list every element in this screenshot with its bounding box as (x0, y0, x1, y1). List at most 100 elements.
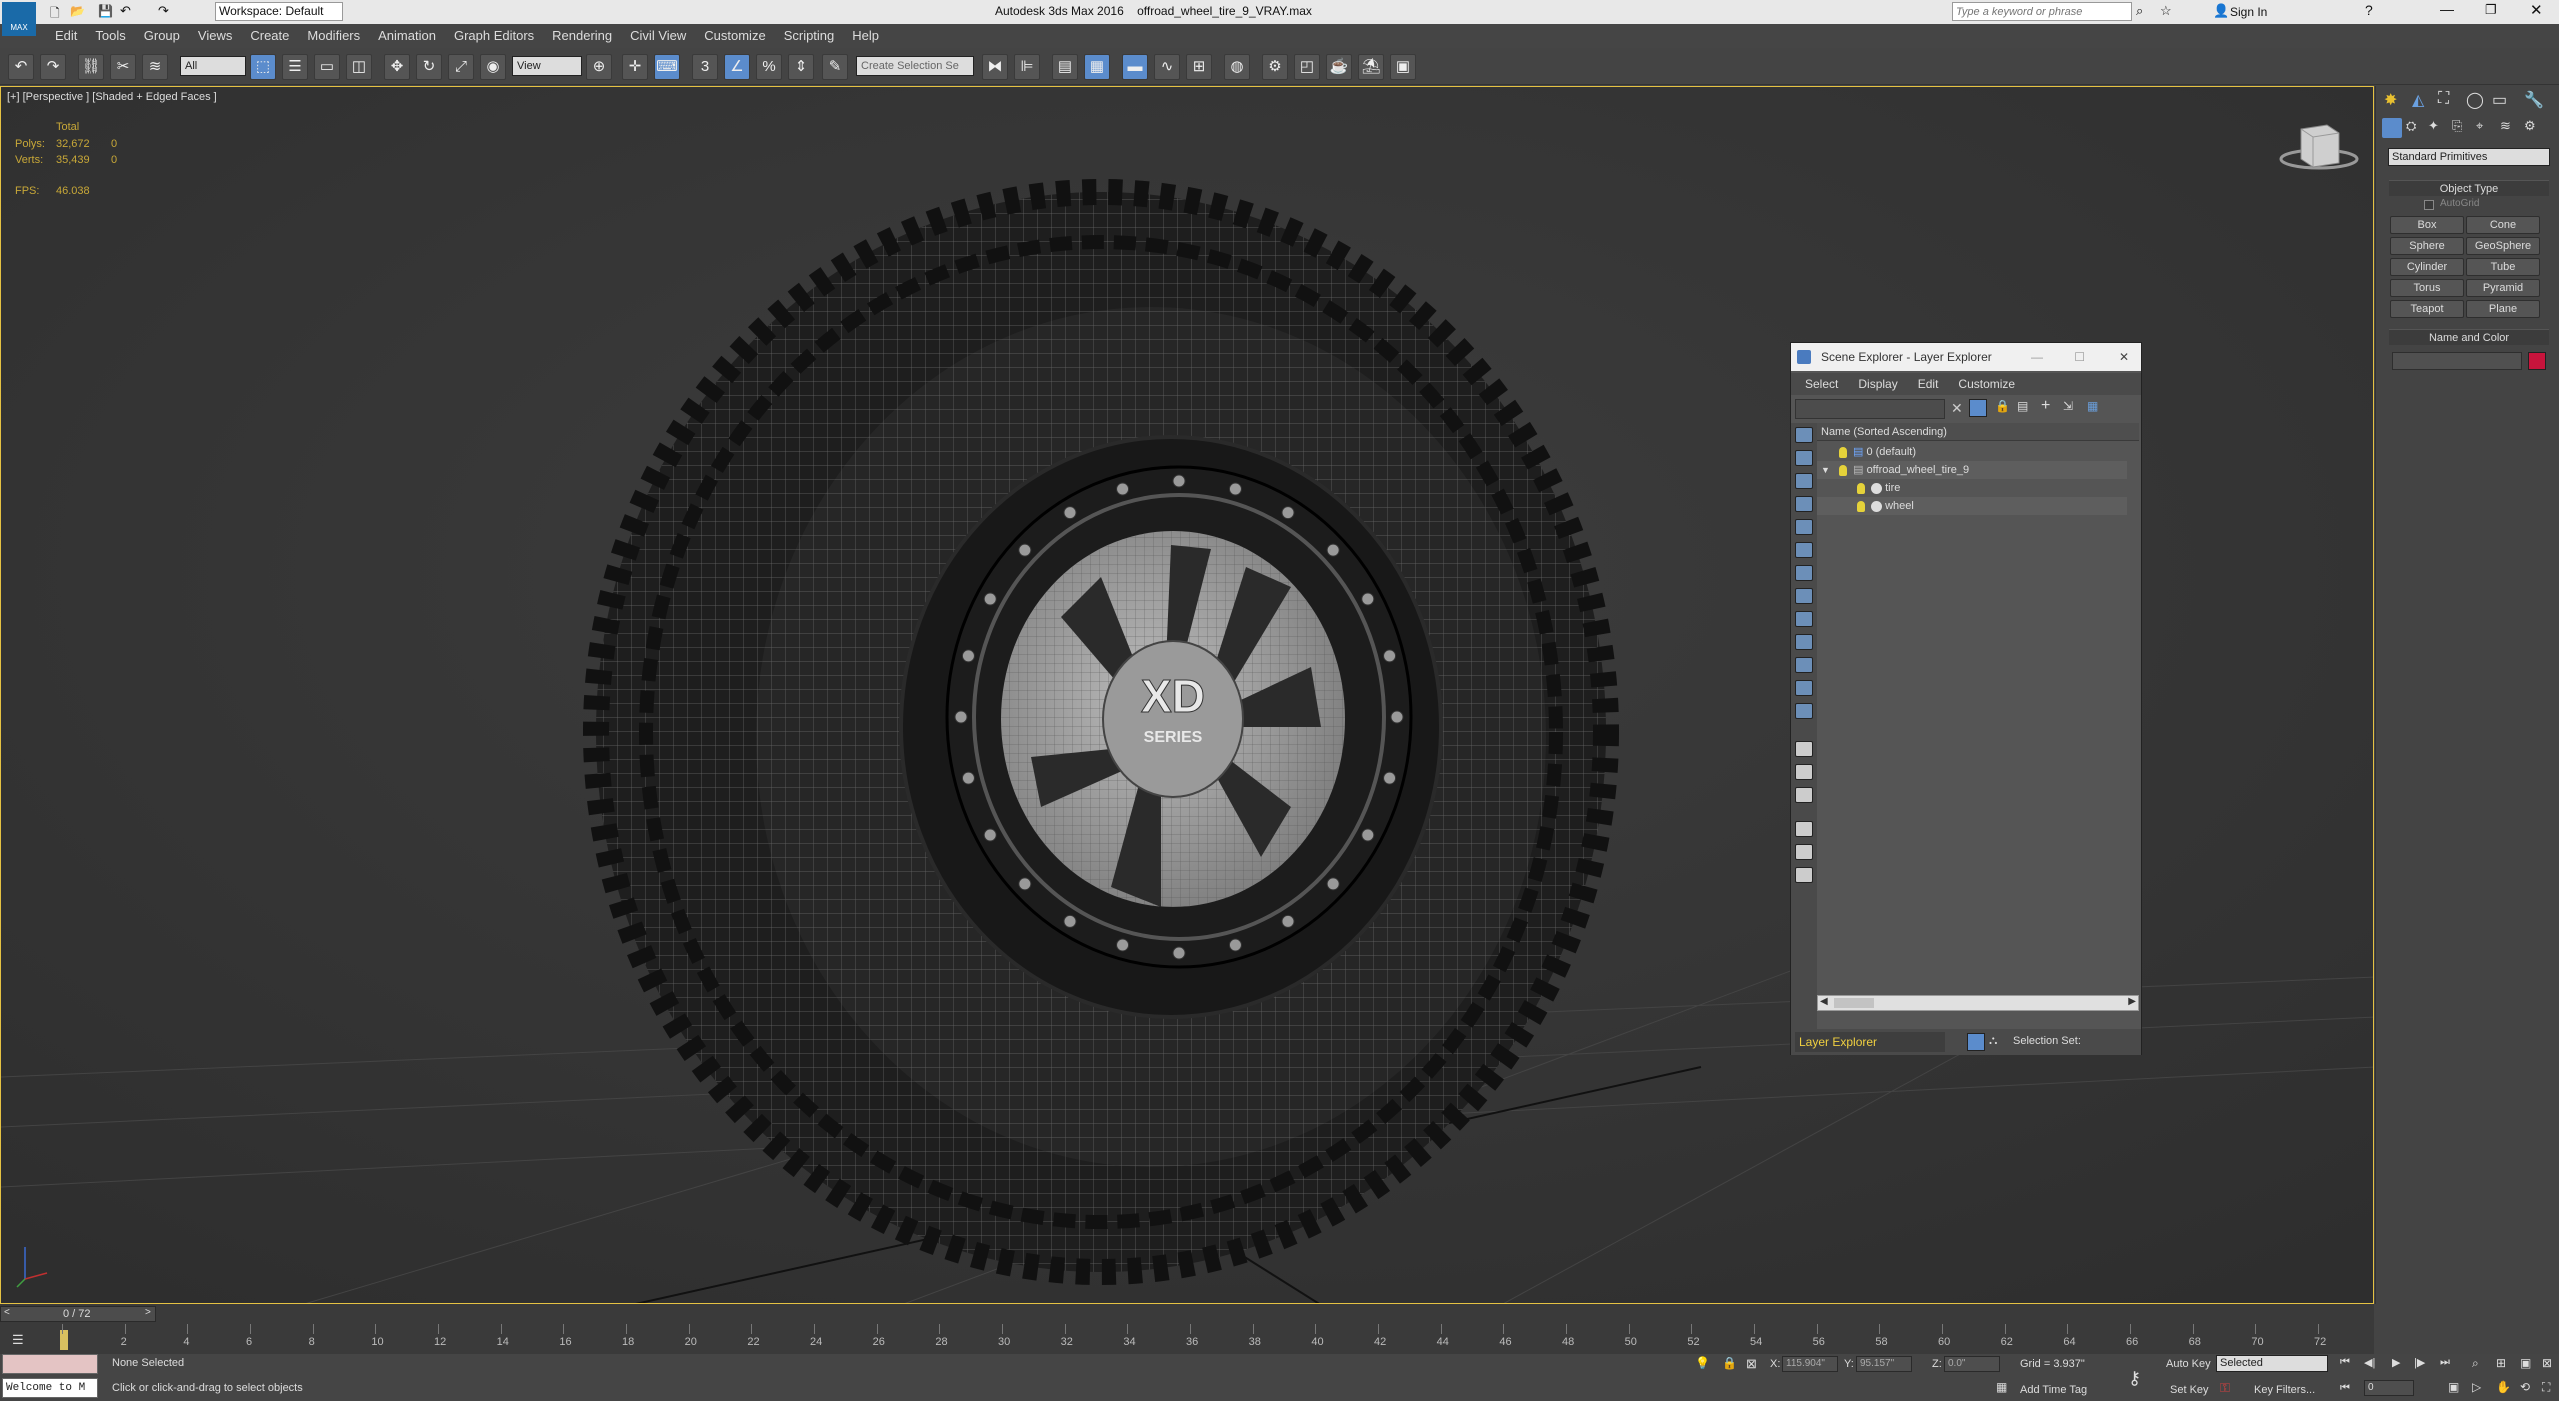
set-key-mode-icon[interactable]: ⚷ (2128, 1368, 2141, 1389)
geosphere-button[interactable]: GeoSphere (2466, 237, 2540, 255)
go-to-start-icon[interactable]: ⏮ (2340, 1356, 2350, 1369)
pyramid-button[interactable]: Pyramid (2466, 279, 2540, 297)
user-icon[interactable]: 👤 (2213, 3, 2229, 19)
mirror-icon[interactable]: ⧓ (982, 54, 1008, 80)
zoom-extents-icon[interactable]: ▣ (2520, 1356, 2531, 1370)
cylinder-button[interactable]: Cylinder (2390, 258, 2464, 276)
pan-icon[interactable]: ✋ (2496, 1380, 2511, 1394)
autogrid-checkbox[interactable] (2424, 200, 2434, 210)
filter-dependents-icon[interactable] (1795, 844, 1813, 860)
display-spacewarps-icon[interactable] (1795, 542, 1813, 558)
box-button[interactable]: Box (2390, 216, 2464, 234)
light-bulb-icon[interactable] (1839, 464, 1848, 476)
viewport-label[interactable]: [+] [Perspective ] [Shaded + Edged Faces… (7, 91, 217, 103)
absolute-mode-icon[interactable]: ⊠ (1746, 1356, 1757, 1372)
toggle-ribbon-icon[interactable]: ▬ (1122, 54, 1148, 80)
spinner-snap-icon[interactable]: ⇕ (788, 54, 814, 80)
zoom-all-icon[interactable]: ⊞ (2496, 1356, 2506, 1370)
layer-explorer-toggle-icon[interactable] (1967, 1033, 1985, 1051)
object-row-wheel[interactable]: wheel (1817, 497, 2127, 515)
select-object-icon[interactable]: ⬚ (250, 54, 276, 80)
keyboard-shortcut-icon[interactable]: ⌨ (654, 54, 680, 80)
undo-icon[interactable]: ↶ (120, 3, 131, 19)
select-by-name-icon[interactable]: ☰ (282, 54, 308, 80)
redo-icon[interactable]: ↷ (158, 3, 169, 19)
zoom-extents-all-icon[interactable]: ⊠ (2542, 1356, 2552, 1370)
slider-prev-icon[interactable]: < (4, 1307, 10, 1318)
display-bones-icon[interactable] (1795, 611, 1813, 627)
collapse-arrow-icon[interactable]: ▼ (1821, 465, 1830, 475)
save-file-icon[interactable]: 💾 (98, 4, 113, 18)
menu-rendering[interactable]: Rendering (543, 24, 621, 48)
filter-selection-icon[interactable] (1795, 821, 1813, 837)
open-file-icon[interactable]: 📂 (70, 4, 85, 18)
x-coordinate-field[interactable]: 115.904" (1782, 1356, 1838, 1372)
create-tab-icon[interactable]: ✸ (2384, 90, 2397, 110)
material-editor-icon[interactable]: ◍ (1224, 54, 1250, 80)
rendered-frame-window-icon[interactable]: ◰ (1294, 54, 1320, 80)
key-filters-button[interactable]: Key Filters... (2254, 1384, 2315, 1396)
display-frozen-icon[interactable] (1795, 657, 1813, 673)
named-selection-set-dropdown[interactable]: Create Selection Se (856, 56, 974, 76)
explorer-mode-dropdown[interactable]: Layer Explorer (1795, 1032, 1945, 1052)
app-logo[interactable]: MAX (2, 2, 36, 36)
search-icon[interactable]: ⌕ (2136, 3, 2143, 19)
place-icon[interactable]: ◉ (480, 54, 506, 80)
timeline-menu-icon[interactable]: ☰ (12, 1332, 24, 1348)
set-key-button[interactable]: Set Key (2170, 1384, 2209, 1396)
sync-selection-icon[interactable] (1795, 867, 1813, 883)
schematic-view-icon[interactable]: ⊞ (1186, 54, 1212, 80)
play-icon[interactable]: ▶ (2392, 1356, 2400, 1369)
menu-create[interactable]: Create (241, 24, 298, 48)
edit-named-selection-icon[interactable]: ✎ (822, 54, 848, 80)
key-mode-icon[interactable]: ⏮ (2340, 1382, 2350, 1395)
object-type-rollout-title[interactable]: Object Type (2389, 180, 2549, 196)
link-icon[interactable]: ⛓ (78, 54, 104, 80)
teapot-button[interactable]: Teapot (2390, 300, 2464, 318)
display-all-icon[interactable] (1795, 703, 1813, 719)
maximize-viewport-icon[interactable]: ⛶ (2542, 1380, 2550, 1395)
motion-tab-icon[interactable]: ◯ (2466, 90, 2484, 110)
lights-category-icon[interactable]: ✦ (2428, 118, 2439, 134)
tube-button[interactable]: Tube (2466, 258, 2540, 276)
scene-explorer-titlebar[interactable]: Scene Explorer - Layer Explorer — ☐ ✕ (1791, 343, 2141, 371)
undo-icon[interactable]: ↶ (8, 54, 34, 80)
se-find-input[interactable] (1795, 399, 1945, 419)
search-input[interactable] (1952, 2, 2132, 21)
add-time-tag[interactable]: Add Time Tag (2020, 1384, 2087, 1396)
menu-edit[interactable]: Edit (46, 24, 86, 48)
maxscript-listener-mini[interactable] (2, 1354, 98, 1374)
field-of-view-icon[interactable]: ▷ (2472, 1380, 2481, 1394)
angle-snap-icon[interactable]: ∠ (724, 54, 750, 80)
key-icon[interactable]: ⚿ (2220, 1380, 2230, 1396)
scale-icon[interactable]: ⤢ (448, 54, 474, 80)
menu-help[interactable]: Help (843, 24, 888, 48)
plane-button[interactable]: Plane (2466, 300, 2540, 318)
layer-row-offroad[interactable]: ▼ ▤ offroad_wheel_tire_9 (1817, 461, 2127, 479)
display-hidden-icon[interactable] (1795, 680, 1813, 696)
se-column-header[interactable]: Name (Sorted Ascending) (1817, 423, 2139, 441)
display-groups-icon[interactable] (1795, 565, 1813, 581)
maxscript-input[interactable]: Welcome to M (2, 1378, 98, 1398)
primitives-dropdown[interactable]: Standard Primitives (2388, 148, 2550, 166)
redo-icon[interactable]: ↷ (40, 54, 66, 80)
z-coordinate-field[interactable]: 0.0" (1944, 1356, 2000, 1372)
minimize-icon[interactable]: — (2440, 1, 2454, 17)
selection-set-icon[interactable]: ⛬ (1989, 1033, 1997, 1048)
render-in-cloud-icon[interactable]: ▣ (1390, 54, 1416, 80)
modify-tab-icon[interactable]: ◭ (2412, 90, 2424, 110)
display-helpers-icon[interactable] (1795, 519, 1813, 535)
clear-filter-icon[interactable]: ✕ (1951, 400, 1963, 417)
scene-explorer-window[interactable]: Scene Explorer - Layer Explorer — ☐ ✕ Se… (1790, 342, 2142, 1055)
shapes-category-icon[interactable]: ⛭ (2406, 118, 2416, 134)
rotate-icon[interactable]: ↻ (416, 54, 442, 80)
maximize-icon[interactable]: ☐ (2074, 343, 2085, 371)
spacewarps-category-icon[interactable]: ≋ (2500, 118, 2511, 134)
sign-in-link[interactable]: Sign In (2230, 5, 2267, 19)
y-coordinate-field[interactable]: 95.157" (1856, 1356, 1912, 1372)
restore-icon[interactable]: ❐ (2485, 2, 2497, 18)
orbit-icon[interactable]: ⟲ (2520, 1380, 2530, 1394)
time-tag-icon[interactable]: ▦ (1996, 1380, 2007, 1394)
object-name-field[interactable] (2392, 352, 2522, 370)
menu-scripting[interactable]: Scripting (775, 24, 844, 48)
